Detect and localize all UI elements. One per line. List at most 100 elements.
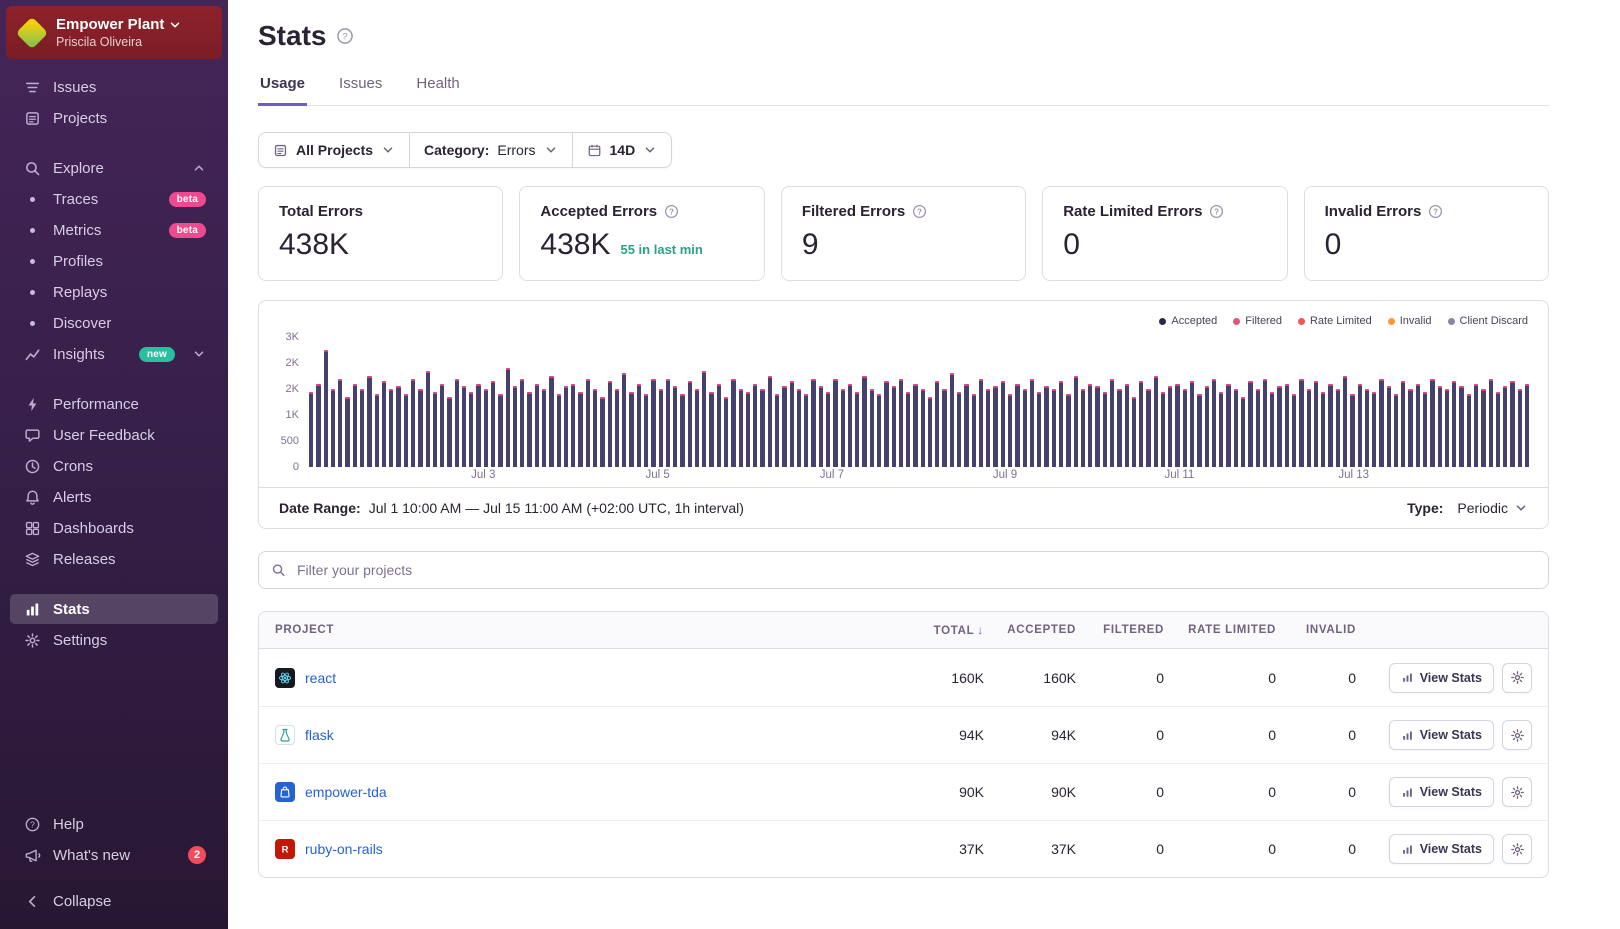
insights-icon (22, 346, 42, 363)
project-settings-button[interactable] (1502, 720, 1532, 750)
chart-bar (367, 376, 372, 467)
help-icon[interactable]: ? (336, 27, 354, 45)
sidebar-item-metrics[interactable]: Metrics beta (10, 215, 218, 245)
chart-bar (1306, 389, 1311, 467)
chart-bar (651, 378, 656, 467)
project-settings-button[interactable] (1502, 834, 1532, 864)
column-header-rate-limited[interactable]: RATE LIMITED (1164, 624, 1276, 636)
tab-usage[interactable]: Usage (258, 66, 308, 106)
legend-item-invalid[interactable]: Invalid (1387, 315, 1432, 327)
sidebar-item-dashboards[interactable]: Dashboards (10, 513, 218, 543)
svg-text:?: ? (669, 207, 674, 216)
view-stats-button[interactable]: View Stats (1388, 777, 1494, 807)
chart-bar (1335, 389, 1340, 467)
category-filter-dropdown[interactable]: Category: Errors (409, 133, 571, 167)
chart-x-axis: Jul 3 Jul 5 Jul 7 Jul 9 Jul 11 Jul 13 (309, 469, 1528, 487)
project-filter-dropdown[interactable]: All Projects (259, 133, 409, 167)
project-link[interactable]: react (305, 670, 336, 686)
project-link[interactable]: ruby-on-rails (305, 841, 383, 857)
cell-total: 37K (959, 841, 984, 857)
legend-dot (1447, 317, 1455, 325)
project-link[interactable]: empower-tda (305, 784, 387, 800)
tab-issues[interactable]: Issues (337, 66, 384, 106)
sidebar-item-settings[interactable]: Settings (10, 625, 218, 655)
chart-bar (767, 376, 772, 467)
svg-text:R: R (282, 845, 289, 856)
chart-bar (1226, 383, 1231, 467)
bullet-icon (22, 196, 42, 202)
user-feedback-icon (22, 427, 42, 444)
sidebar-item-traces[interactable]: Traces beta (10, 184, 218, 214)
help-icon[interactable]: ? (912, 204, 927, 219)
help-icon[interactable]: ? (1428, 204, 1443, 219)
y-axis-tick: 1K (285, 409, 299, 421)
view-stats-button[interactable]: View Stats (1388, 720, 1494, 750)
legend-item-client-discard[interactable]: Client Discard (1447, 315, 1528, 327)
type-dropdown[interactable]: Type: Periodic (1407, 500, 1528, 516)
sidebar-item-label: Discover (53, 314, 112, 332)
chart-bar (622, 373, 627, 467)
cell-accepted: 94K (1051, 727, 1076, 743)
sidebar-item-profiles[interactable]: Profiles (10, 246, 218, 276)
chart-bar (1109, 378, 1115, 467)
tab-health[interactable]: Health (414, 66, 461, 106)
help-icon[interactable]: ? (1209, 204, 1224, 219)
sidebar-item-projects[interactable]: Projects (10, 103, 218, 133)
org-logo (15, 16, 49, 49)
sidebar-item-explore[interactable]: Explore (10, 153, 218, 183)
crons-icon (22, 458, 42, 475)
sidebar-item-label: Collapse (53, 892, 112, 910)
sidebar-item-discover[interactable]: Discover (10, 308, 218, 338)
chevron-down-icon (645, 147, 655, 153)
legend-item-rate-limited[interactable]: Rate Limited (1297, 315, 1372, 327)
chevron-down-icon (1516, 505, 1526, 511)
project-link[interactable]: flask (305, 727, 334, 743)
legend-item-filtered[interactable]: Filtered (1233, 315, 1282, 327)
column-header-filtered[interactable]: FILTERED (1076, 624, 1164, 636)
chart-bar (1117, 389, 1122, 467)
column-header-accepted[interactable]: ACCEPTED (984, 624, 1076, 636)
projects-icon (22, 110, 42, 127)
sidebar-item-replays[interactable]: Replays (10, 277, 218, 307)
chart-bar (1488, 378, 1493, 467)
sidebar-item-issues[interactable]: Issues (10, 72, 218, 102)
column-header-project[interactable]: PROJECT (275, 624, 884, 636)
sidebar-item-stats[interactable]: Stats (10, 594, 218, 624)
help-icon[interactable]: ? (664, 204, 679, 219)
chart-bar (680, 394, 685, 467)
date-range-dropdown[interactable]: 14D (571, 133, 672, 167)
chart-bar (1328, 383, 1333, 467)
sidebar-item-help[interactable]: ? Help (10, 809, 218, 839)
card-title: Filtered Errors (801, 203, 906, 220)
org-switcher[interactable]: Empower Plant Priscila Oliveira (6, 6, 222, 59)
sidebar-item-label: Replays (53, 283, 108, 301)
type-label: Type: (1407, 500, 1444, 516)
view-stats-button[interactable]: View Stats (1388, 662, 1494, 693)
chart-bar (330, 389, 336, 467)
sidebar-item-releases[interactable]: Releases (10, 544, 218, 574)
chart-bar (1393, 394, 1399, 467)
chart-bar (935, 381, 940, 467)
chart-bar (1466, 394, 1471, 467)
project-settings-button[interactable] (1502, 777, 1532, 807)
sidebar-item-collapse[interactable]: Collapse (10, 886, 218, 916)
sidebar-item-what-s-new[interactable]: What's new 2 (10, 840, 218, 870)
column-header-invalid[interactable]: INVALID (1276, 624, 1356, 636)
search-input[interactable] (258, 551, 1549, 589)
sidebar-item-insights[interactable]: Insights new (10, 339, 218, 369)
column-header-total[interactable]: TOTAL ↓ (884, 623, 984, 637)
sidebar-item-crons[interactable]: Crons (10, 451, 218, 481)
y-axis-tick: 0 (292, 461, 299, 473)
chart-bar (527, 391, 532, 467)
legend-item-accepted[interactable]: Accepted (1159, 315, 1217, 327)
gear-icon (1510, 785, 1524, 799)
chart-bar (942, 389, 947, 467)
sidebar-item-user-feedback[interactable]: User Feedback (10, 420, 218, 450)
project-settings-button[interactable] (1502, 662, 1532, 693)
view-stats-button[interactable]: View Stats (1388, 834, 1494, 864)
sidebar-item-performance[interactable]: Performance (10, 389, 218, 419)
chart-bar (389, 389, 394, 467)
chart-bar (1313, 381, 1319, 467)
chart-bar (1262, 378, 1268, 467)
sidebar-item-alerts[interactable]: Alerts (10, 482, 218, 512)
